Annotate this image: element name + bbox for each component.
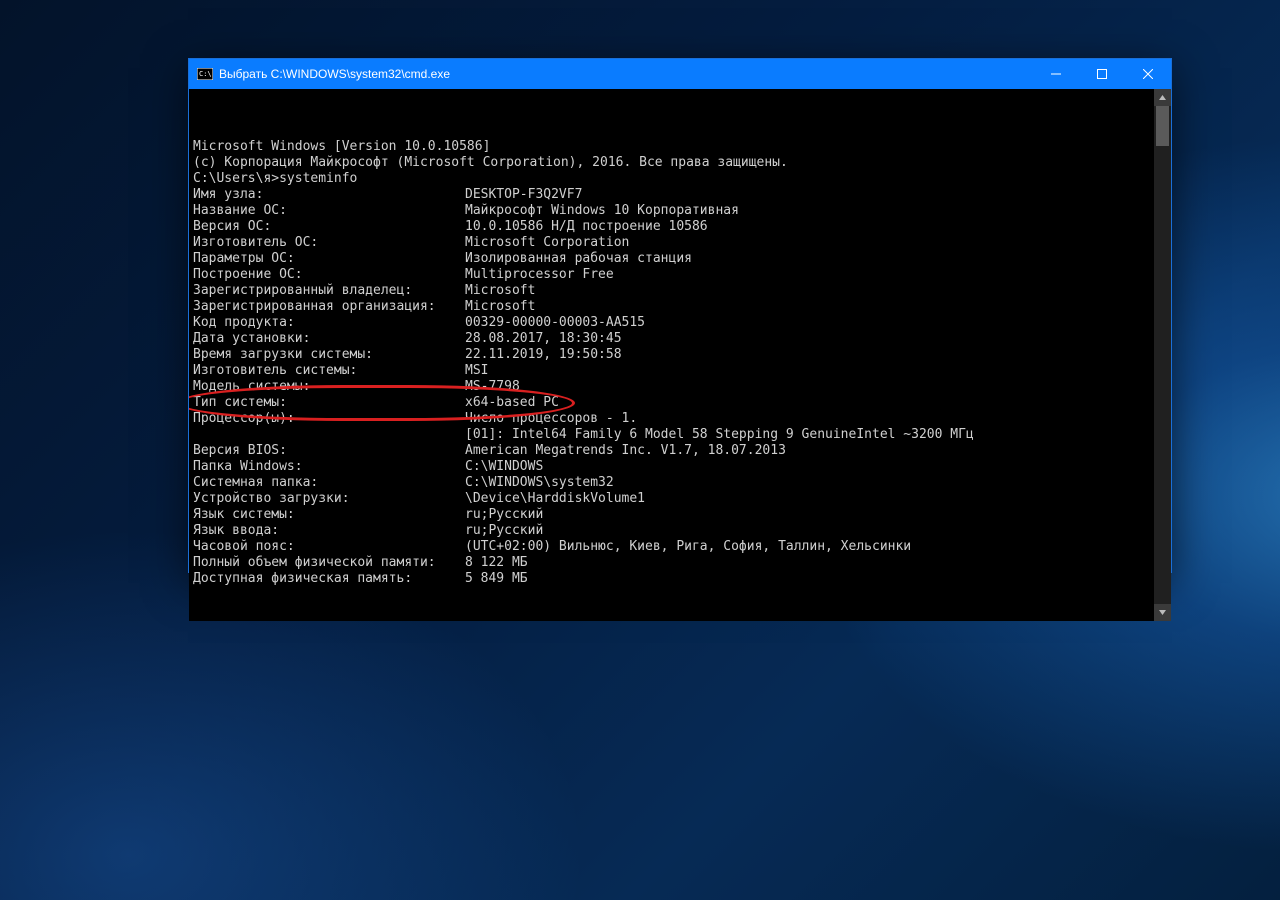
systeminfo-row: Код продукта:00329-00000-00003-AA515 xyxy=(193,315,1150,331)
close-button[interactable] xyxy=(1125,59,1171,89)
systeminfo-row: Модель системы:MS-7798 xyxy=(193,379,1150,395)
systeminfo-value: 10.0.10586 Н/Д построение 10586 xyxy=(465,219,708,235)
systeminfo-key: Версия ОС: xyxy=(193,219,465,235)
systeminfo-row: Язык ввода:ru;Русский xyxy=(193,523,1150,539)
systeminfo-value: x64-based PC xyxy=(465,395,559,411)
systeminfo-key: Доступная физическая память: xyxy=(193,571,465,587)
systeminfo-row: Устройство загрузки:\Device\HarddiskVolu… xyxy=(193,491,1150,507)
cmd-window: C:\ Выбрать C:\WINDOWS\system32\cmd.exe … xyxy=(188,58,1172,573)
systeminfo-value: DESKTOP-F3Q2VF7 xyxy=(465,187,582,203)
systeminfo-row: Название ОС:Майкрософт Windows 10 Корпор… xyxy=(193,203,1150,219)
systeminfo-row: Полный объем физической памяти:8 122 МБ xyxy=(193,555,1150,571)
systeminfo-value: 00329-00000-00003-AA515 xyxy=(465,315,645,331)
window-title: Выбрать C:\WINDOWS\system32\cmd.exe xyxy=(219,67,450,81)
systeminfo-value: Multiprocessor Free xyxy=(465,267,614,283)
systeminfo-key: Язык ввода: xyxy=(193,523,465,539)
systeminfo-key: Зарегистрированная организация: xyxy=(193,299,465,315)
systeminfo-row: Версия ОС:10.0.10586 Н/Д построение 1058… xyxy=(193,219,1150,235)
systeminfo-row: Зарегистрированный владелец:Microsoft xyxy=(193,283,1150,299)
systeminfo-value: C:\WINDOWS\system32 xyxy=(465,475,614,491)
systeminfo-value: ru;Русский xyxy=(465,507,543,523)
scroll-up-button[interactable] xyxy=(1154,89,1171,106)
systeminfo-value: 28.08.2017, 18:30:45 xyxy=(465,331,622,347)
systeminfo-key: Имя узла: xyxy=(193,187,465,203)
systeminfo-key: Полный объем физической памяти: xyxy=(193,555,465,571)
systeminfo-value: 5 849 МБ xyxy=(465,571,528,587)
titlebar[interactable]: C:\ Выбрать C:\WINDOWS\system32\cmd.exe xyxy=(189,59,1171,89)
systeminfo-row: Дата установки:28.08.2017, 18:30:45 xyxy=(193,331,1150,347)
desktop-background: C:\ Выбрать C:\WINDOWS\system32\cmd.exe … xyxy=(0,0,1280,900)
systeminfo-key: Код продукта: xyxy=(193,315,465,331)
systeminfo-key: Параметры ОС: xyxy=(193,251,465,267)
systeminfo-value: ru;Русский xyxy=(465,523,543,539)
systeminfo-key: Часовой пояс: xyxy=(193,539,465,555)
systeminfo-key: Версия BIOS: xyxy=(193,443,465,459)
systeminfo-value: MS-7798 xyxy=(465,379,520,395)
systeminfo-row: Зарегистрированная организация:Microsoft xyxy=(193,299,1150,315)
terminal-prompt-line: C:\Users\я>systeminfo xyxy=(193,171,1150,187)
terminal-header-line: (c) Корпорация Майкрософт (Microsoft Cor… xyxy=(193,155,1150,171)
systeminfo-value: Число процессоров - 1. xyxy=(465,411,637,427)
systeminfo-value: [01]: Intel64 Family 6 Model 58 Stepping… xyxy=(465,427,974,443)
systeminfo-row: Тип системы:x64-based PC xyxy=(193,395,1150,411)
systeminfo-value: 8 122 МБ xyxy=(465,555,528,571)
systeminfo-key: Язык системы: xyxy=(193,507,465,523)
systeminfo-value: Microsoft xyxy=(465,299,535,315)
systeminfo-value: \Device\HarddiskVolume1 xyxy=(465,491,645,507)
systeminfo-value: (UTC+02:00) Вильнюс, Киев, Рига, София, … xyxy=(465,539,911,555)
systeminfo-key: Название ОС: xyxy=(193,203,465,219)
terminal-output[interactable]: Microsoft Windows [Version 10.0.10586](c… xyxy=(189,89,1154,621)
systeminfo-row: Изготовитель системы:MSI xyxy=(193,363,1150,379)
systeminfo-row: Папка Windows:C:\WINDOWS xyxy=(193,459,1150,475)
systeminfo-value: Microsoft xyxy=(465,283,535,299)
systeminfo-value: 22.11.2019, 19:50:58 xyxy=(465,347,622,363)
systeminfo-row: Параметры ОС:Изолированная рабочая станц… xyxy=(193,251,1150,267)
scroll-down-button[interactable] xyxy=(1154,604,1171,621)
window-client-area: Microsoft Windows [Version 10.0.10586](c… xyxy=(189,89,1171,621)
systeminfo-row: Изготовитель ОС:Microsoft Corporation xyxy=(193,235,1150,251)
systeminfo-value: Майкрософт Windows 10 Корпоративная xyxy=(465,203,739,219)
systeminfo-key: Папка Windows: xyxy=(193,459,465,475)
systeminfo-row: Имя узла:DESKTOP-F3Q2VF7 xyxy=(193,187,1150,203)
systeminfo-value: Изолированная рабочая станция xyxy=(465,251,692,267)
terminal-header-line: Microsoft Windows [Version 10.0.10586] xyxy=(193,139,1150,155)
systeminfo-row: Время загрузки системы:22.11.2019, 19:50… xyxy=(193,347,1150,363)
maximize-button[interactable] xyxy=(1079,59,1125,89)
systeminfo-key: Построение ОС: xyxy=(193,267,465,283)
systeminfo-value: C:\WINDOWS xyxy=(465,459,543,475)
scroll-thumb[interactable] xyxy=(1156,106,1169,146)
systeminfo-key: Дата установки: xyxy=(193,331,465,347)
systeminfo-value: Microsoft Corporation xyxy=(465,235,629,251)
systeminfo-key: Устройство загрузки: xyxy=(193,491,465,507)
systeminfo-row: Процессор(ы):Число процессоров - 1. xyxy=(193,411,1150,427)
systeminfo-row: Доступная физическая память:5 849 МБ xyxy=(193,571,1150,587)
systeminfo-value: American Megatrends Inc. V1.7, 18.07.201… xyxy=(465,443,786,459)
systeminfo-row: Построение ОС:Multiprocessor Free xyxy=(193,267,1150,283)
scrollbar-vertical[interactable] xyxy=(1154,89,1171,621)
systeminfo-key: Изготовитель системы: xyxy=(193,363,465,379)
systeminfo-row: Язык системы:ru;Русский xyxy=(193,507,1150,523)
systeminfo-key: Время загрузки системы: xyxy=(193,347,465,363)
systeminfo-row: [01]: Intel64 Family 6 Model 58 Stepping… xyxy=(193,427,1150,443)
systeminfo-key: Зарегистрированный владелец: xyxy=(193,283,465,299)
systeminfo-key: Системная папка: xyxy=(193,475,465,491)
minimize-button[interactable] xyxy=(1033,59,1079,89)
systeminfo-value: MSI xyxy=(465,363,488,379)
systeminfo-key: Процессор(ы): xyxy=(193,411,465,427)
systeminfo-key: Тип системы: xyxy=(193,395,465,411)
systeminfo-key: Модель системы: xyxy=(193,379,465,395)
svg-text:C:\: C:\ xyxy=(199,70,212,78)
scroll-track[interactable] xyxy=(1154,106,1171,604)
systeminfo-row: Версия BIOS:American Megatrends Inc. V1.… xyxy=(193,443,1150,459)
cmd-icon: C:\ xyxy=(197,67,213,81)
systeminfo-row: Системная папка:C:\WINDOWS\system32 xyxy=(193,475,1150,491)
systeminfo-row: Часовой пояс:(UTC+02:00) Вильнюс, Киев, … xyxy=(193,539,1150,555)
systeminfo-key: Изготовитель ОС: xyxy=(193,235,465,251)
